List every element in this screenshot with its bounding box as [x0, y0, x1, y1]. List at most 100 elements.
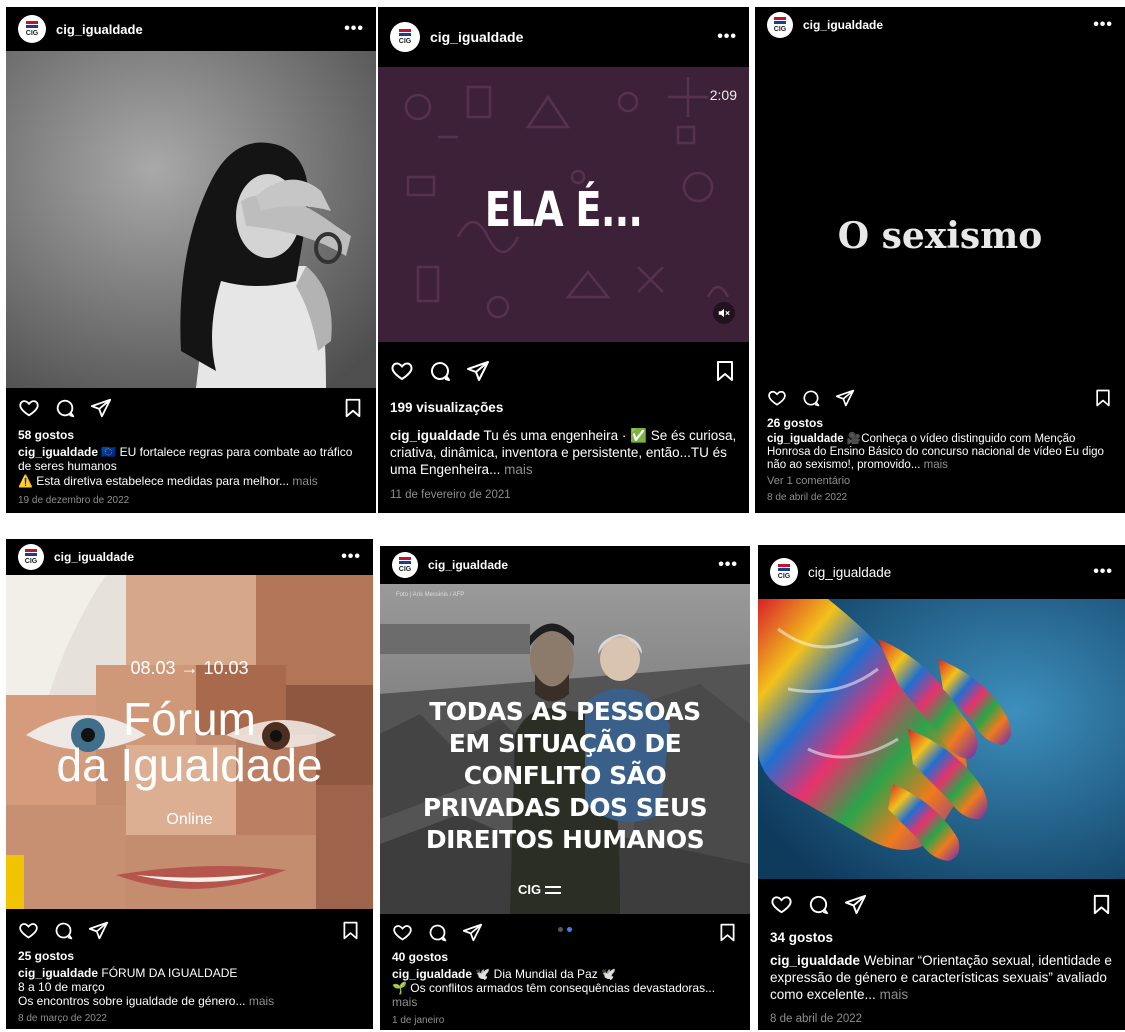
- post-card: CIG cig_igualdade ••• Foto | Aris Messin…: [380, 546, 750, 1030]
- caption-username[interactable]: cig_igualdade: [767, 433, 844, 445]
- caption-line: ⚠️ Esta diretiva estabelece medidas para…: [18, 474, 318, 488]
- share-icon[interactable]: [88, 920, 109, 941]
- username[interactable]: cig_igualdade: [56, 22, 143, 37]
- caption-line: 🌱 Os conflitos armados têm consequências…: [392, 981, 716, 1009]
- more-icon[interactable]: •••: [1093, 17, 1113, 33]
- likes-count[interactable]: 40 gostos: [392, 950, 740, 964]
- caption-username[interactable]: cig_igualdade: [392, 967, 472, 981]
- likes-count[interactable]: 25 gostos: [18, 949, 363, 963]
- caption: cig_igualdade FÓRUM DA IGUALDADE: [18, 966, 238, 980]
- caption-username[interactable]: cig_igualdade: [18, 966, 98, 980]
- more-icon[interactable]: •••: [717, 29, 737, 45]
- likes-count[interactable]: 34 gostos: [770, 929, 1115, 946]
- action-bar: [770, 890, 1113, 918]
- action-bar: [18, 917, 361, 943]
- heart-icon[interactable]: [390, 359, 414, 383]
- comment-icon[interactable]: [53, 920, 74, 941]
- post-date: 11 de fevereiro de 2021: [390, 489, 511, 501]
- username[interactable]: cig_igualdade: [430, 29, 523, 45]
- views-count[interactable]: 199 visualizações: [390, 399, 739, 416]
- more-link[interactable]: mais: [504, 462, 533, 477]
- caption-username[interactable]: cig_igualdade: [770, 953, 860, 968]
- post-meta: 58 gostos cig_igualdade 🇪🇺 EU fortalece …: [18, 428, 366, 508]
- action-bar: [390, 357, 737, 385]
- post-header: CIG cig_igualdade •••: [755, 7, 1125, 43]
- caption: cig_igualdade 🇪🇺 EU fortalece regras par…: [18, 445, 353, 473]
- avatar[interactable]: CIG: [392, 552, 418, 578]
- comment-icon[interactable]: [801, 388, 821, 408]
- heart-icon[interactable]: [392, 922, 413, 943]
- bookmark-icon[interactable]: [1090, 893, 1113, 916]
- bookmark-icon[interactable]: [340, 920, 361, 941]
- more-icon[interactable]: •••: [341, 549, 361, 565]
- avatar[interactable]: CIG: [770, 558, 798, 586]
- post-video[interactable]: O sexismo: [755, 43, 1125, 385]
- bookmark-icon[interactable]: [713, 359, 737, 383]
- caption: cig_igualdade Tu és uma engenheira · ✅ S…: [390, 428, 737, 477]
- heart-icon[interactable]: [18, 397, 40, 419]
- comment-icon[interactable]: [54, 397, 76, 419]
- post-date: 1 de janeiro: [392, 1015, 445, 1026]
- mute-icon[interactable]: [713, 302, 735, 324]
- more-link[interactable]: mais: [292, 474, 317, 488]
- more-icon[interactable]: •••: [718, 557, 738, 573]
- more-link[interactable]: mais: [249, 994, 274, 1008]
- more-link[interactable]: mais: [924, 459, 948, 471]
- caption-username[interactable]: cig_igualdade: [18, 445, 98, 459]
- share-icon[interactable]: [835, 388, 855, 408]
- post-header: CIG cig_igualdade •••: [6, 7, 376, 51]
- likes-count[interactable]: 58 gostos: [18, 428, 366, 442]
- post-image[interactable]: [6, 51, 376, 388]
- more-icon[interactable]: •••: [1093, 564, 1113, 580]
- overlay-title: O sexismo: [837, 215, 1043, 257]
- bookmark-icon[interactable]: [717, 922, 738, 943]
- post-card: CIG cig_igualdade ••• 2:09 ELA É... 199 …: [378, 7, 749, 513]
- post-date: 8 de março de 2022: [18, 1013, 107, 1024]
- post-video[interactable]: 2:09 ELA É...: [378, 67, 749, 342]
- caption: cig_igualdade Webinar “Orientação sexual…: [770, 953, 1112, 1002]
- bookmark-icon[interactable]: [1093, 388, 1113, 408]
- heart-icon[interactable]: [767, 388, 787, 408]
- share-icon[interactable]: [90, 397, 112, 419]
- comment-icon[interactable]: [807, 893, 830, 916]
- username[interactable]: cig_igualdade: [54, 550, 134, 564]
- heart-icon[interactable]: [18, 920, 39, 941]
- event-title-line1: Fórum: [123, 693, 256, 745]
- share-icon[interactable]: [462, 922, 483, 943]
- comment-icon[interactable]: [428, 359, 452, 383]
- more-link[interactable]: mais: [880, 987, 909, 1002]
- heart-icon[interactable]: [770, 893, 793, 916]
- caption: cig_igualdade 🎥Conheça o vídeo distingui…: [767, 433, 1104, 471]
- overlay-statement: TODAS AS PESSOAS EM SITUAÇÃO DE CONFLITO…: [422, 697, 708, 854]
- username[interactable]: cig_igualdade: [803, 18, 883, 32]
- more-icon[interactable]: •••: [344, 21, 364, 37]
- post-header: CIG cig_igualdade •••: [378, 7, 749, 67]
- avatar[interactable]: CIG: [390, 22, 420, 52]
- post-image[interactable]: 08.03 → 10.03 Fórum da Igualdade Online: [6, 575, 373, 909]
- share-icon[interactable]: [844, 893, 867, 916]
- share-icon[interactable]: [466, 359, 490, 383]
- username[interactable]: cig_igualdade: [428, 558, 508, 572]
- more-link[interactable]: mais: [392, 995, 417, 1009]
- comment-icon[interactable]: [427, 922, 448, 943]
- event-dates: 08.03 → 10.03: [130, 658, 249, 678]
- post-date: 8 de abril de 2022: [767, 492, 848, 503]
- avatar[interactable]: CIG: [767, 12, 793, 38]
- avatar[interactable]: CIG: [18, 15, 46, 43]
- cig-logo: CIG: [518, 882, 562, 897]
- post-meta: 199 visualizações cig_igualdade Tu és um…: [390, 399, 739, 504]
- event-format: Online: [166, 811, 213, 828]
- painted-hand-image: [758, 599, 1125, 879]
- caption-username[interactable]: cig_igualdade: [390, 428, 480, 443]
- view-comments-link[interactable]: Ver 1 comentário: [767, 475, 1115, 488]
- avatar[interactable]: CIG: [18, 544, 44, 570]
- post-image[interactable]: Foto | Aris Messinis / AFP TODAS AS PESS…: [380, 584, 750, 914]
- username[interactable]: cig_igualdade: [808, 565, 891, 580]
- caption: cig_igualdade 🕊️ Dia Mundial da Paz 🕊️: [392, 967, 616, 981]
- photo-credit: Foto | Aris Messinis / AFP: [396, 592, 465, 598]
- video-timecode: 2:09: [709, 87, 737, 103]
- bookmark-icon[interactable]: [342, 397, 364, 419]
- likes-count[interactable]: 26 gostos: [767, 417, 1115, 430]
- post-image[interactable]: [758, 599, 1125, 879]
- post-date: 8 de abril de 2022: [770, 1013, 863, 1025]
